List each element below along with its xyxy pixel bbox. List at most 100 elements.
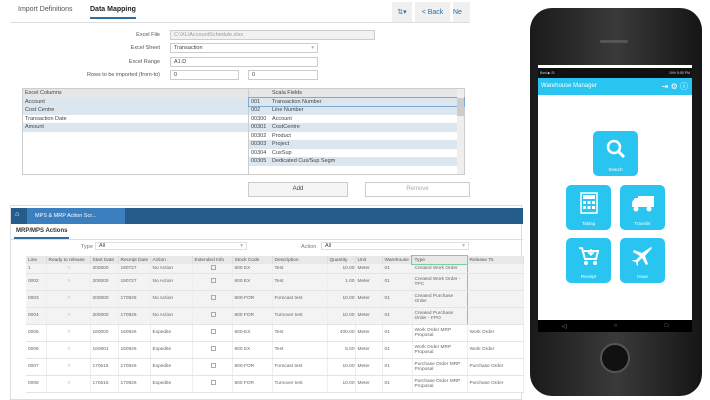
table-cell[interactable] (192, 341, 233, 359)
extended-info-checkbox[interactable] (210, 278, 216, 283)
list-item[interactable]: 002 Line Number (249, 106, 464, 115)
list-item[interactable]: 00305 Dedicated Cus/Sup Segm (249, 157, 464, 166)
android-nav-bar: ◁ ○ □ (538, 320, 692, 332)
excel-sheet-select[interactable]: Transaction ▾ (170, 43, 318, 53)
cart-icon (578, 247, 599, 265)
issue-tile[interactable]: Issue (620, 238, 665, 283)
table-cell[interactable] (192, 358, 233, 376)
column-header[interactable]: Quantity (327, 256, 356, 264)
table-row[interactable]: 0005 ≡ 160000 160926 Expedite 600-EX Test 400.0… (26, 324, 524, 342)
window-tab[interactable]: MPS & MRP Action Scr... (27, 208, 125, 224)
table-cell[interactable]: ≡ (46, 375, 91, 393)
taking-tile[interactable]: Taking (566, 185, 611, 230)
column-header[interactable]: Ready to release (46, 256, 91, 264)
column-header[interactable]: Unit (355, 256, 383, 264)
next-button[interactable]: Ne (453, 2, 470, 22)
table-cell[interactable]: ≡ (46, 264, 91, 274)
list-item[interactable]: 00304 CusSup (249, 149, 464, 158)
transfer-tile[interactable]: Transfer (620, 185, 665, 230)
table-cell[interactable]: ≡ (46, 290, 91, 308)
list-item[interactable]: 00300 Account (249, 115, 464, 124)
table-cell[interactable] (192, 324, 233, 342)
list-item[interactable]: 00302 Product (249, 132, 464, 141)
extended-info-checkbox[interactable] (210, 380, 216, 385)
extended-info-checkbox[interactable] (210, 329, 216, 334)
table-cell[interactable]: ≡ (46, 307, 91, 325)
table-cell: Forecast test (272, 358, 328, 376)
release-toggle[interactable]: ≡ (49, 347, 90, 352)
release-toggle[interactable]: ≡ (49, 364, 90, 369)
settings-icon[interactable]: ⚙ (671, 82, 678, 91)
rows-to-field[interactable]: 0 (248, 70, 318, 80)
table-row[interactable]: 0007 ≡ 170615 170926 Expedite 600-FOR Forecast… (26, 358, 524, 376)
column-header[interactable]: Description (272, 256, 328, 264)
list-item[interactable]: Amount (23, 123, 248, 132)
tab-data-mapping[interactable]: Data Mapping (90, 6, 136, 19)
table-cell[interactable] (192, 273, 233, 291)
list-item[interactable]: Transaction Date (23, 115, 248, 124)
excel-range-field[interactable]: A1:D (170, 57, 318, 67)
release-toggle[interactable]: ≡ (49, 313, 90, 318)
column-header[interactable]: Extended Info (192, 256, 233, 264)
home-nav-icon[interactable]: ○ (614, 323, 618, 329)
table-cell[interactable]: ≡ (46, 341, 91, 359)
excel-file-field[interactable]: C:\XL\AccountSchedule.xlsx (170, 30, 375, 40)
search-tile[interactable]: Search (593, 131, 638, 176)
table-row[interactable]: 0006 ≡ 160601 160926 Expedite 600 EX Test 5.00 M… (26, 341, 524, 359)
column-header[interactable]: Start Date (90, 256, 119, 264)
column-header[interactable]: Release To (467, 256, 524, 264)
column-header[interactable]: Stock Code (232, 256, 273, 264)
list-item[interactable]: Account (23, 97, 248, 106)
table-row[interactable]: 0004 ≡ 200000 170926 No Action 600 FOR Turnove… (26, 307, 524, 325)
table-cell[interactable]: ≡ (46, 358, 91, 376)
column-header[interactable]: Line (26, 256, 47, 264)
sort-icon[interactable]: ⇅▾ (392, 2, 412, 22)
extended-info-checkbox[interactable] (210, 346, 216, 351)
back-button[interactable]: < Back (415, 2, 450, 22)
table-row[interactable]: 0003 ≡ 200000 170926 No Action 600-FOR Forecas… (26, 290, 524, 308)
extended-info-checkbox[interactable] (210, 312, 216, 317)
list-item[interactable]: Cost Centre (23, 106, 248, 115)
table-cell: 10.00 (327, 264, 356, 274)
receipt-tile[interactable]: Receipt (566, 238, 611, 283)
tab-mrp-mps-actions[interactable]: MRP/MPS Actions (14, 228, 70, 239)
release-toggle[interactable]: ≡ (49, 279, 90, 284)
extended-info-checkbox[interactable] (210, 264, 216, 270)
release-toggle[interactable]: ≡ (49, 381, 90, 386)
table-row[interactable]: 1 ≡ 200000 190727 No Action 600 EX Test 10.00 Me… (26, 264, 524, 274)
rows-from-field[interactable]: 0 (170, 70, 239, 80)
back-nav-icon[interactable]: ◁ (562, 323, 567, 330)
release-toggle[interactable]: ≡ (49, 296, 90, 301)
table-cell[interactable] (192, 375, 233, 393)
list-item[interactable]: 001 Transaction Number (248, 96, 465, 107)
scrollbar[interactable] (457, 89, 464, 174)
column-header[interactable]: Action (150, 256, 193, 264)
table-cell[interactable]: ≡ (46, 324, 91, 342)
table-cell[interactable] (192, 264, 233, 274)
list-item[interactable]: 00301 CostCentre (249, 123, 464, 132)
list-item[interactable]: 00303 Project (249, 140, 464, 149)
column-header[interactable]: Receipt Date (118, 256, 151, 264)
table-row[interactable]: 0008 ≡ 170616 170926 Expedite 600 FOR Turnover… (26, 375, 524, 393)
release-toggle[interactable]: ≡ (49, 266, 90, 271)
table-cell: Created Work Order - TPC (411, 273, 468, 291)
tab-import-definitions[interactable]: Import Definitions (18, 6, 72, 13)
column-header[interactable]: Type (411, 255, 468, 265)
action-select[interactable]: All ▾ (321, 242, 469, 250)
type-select[interactable]: All ▾ (95, 242, 247, 250)
info-icon[interactable]: ⓘ (680, 82, 688, 91)
add-button[interactable]: Add (248, 182, 348, 197)
extended-info-checkbox[interactable] (210, 295, 216, 300)
recents-nav-icon[interactable]: □ (665, 323, 669, 329)
logout-icon[interactable]: ⇥ (662, 82, 669, 91)
table-row[interactable]: 0002 ≡ 200000 190727 No Action 600 EX Test 1.00… (26, 273, 524, 291)
column-header[interactable]: Warehouse (382, 256, 413, 264)
table-cell[interactable]: ≡ (46, 273, 91, 291)
extended-info-checkbox[interactable] (210, 363, 216, 368)
remove-button[interactable]: Remove (365, 182, 470, 197)
home-icon[interactable]: ⌂ (15, 211, 19, 218)
release-toggle[interactable]: ≡ (49, 330, 90, 335)
home-button[interactable] (600, 343, 630, 373)
table-cell[interactable] (192, 290, 233, 308)
table-cell[interactable] (192, 307, 233, 325)
